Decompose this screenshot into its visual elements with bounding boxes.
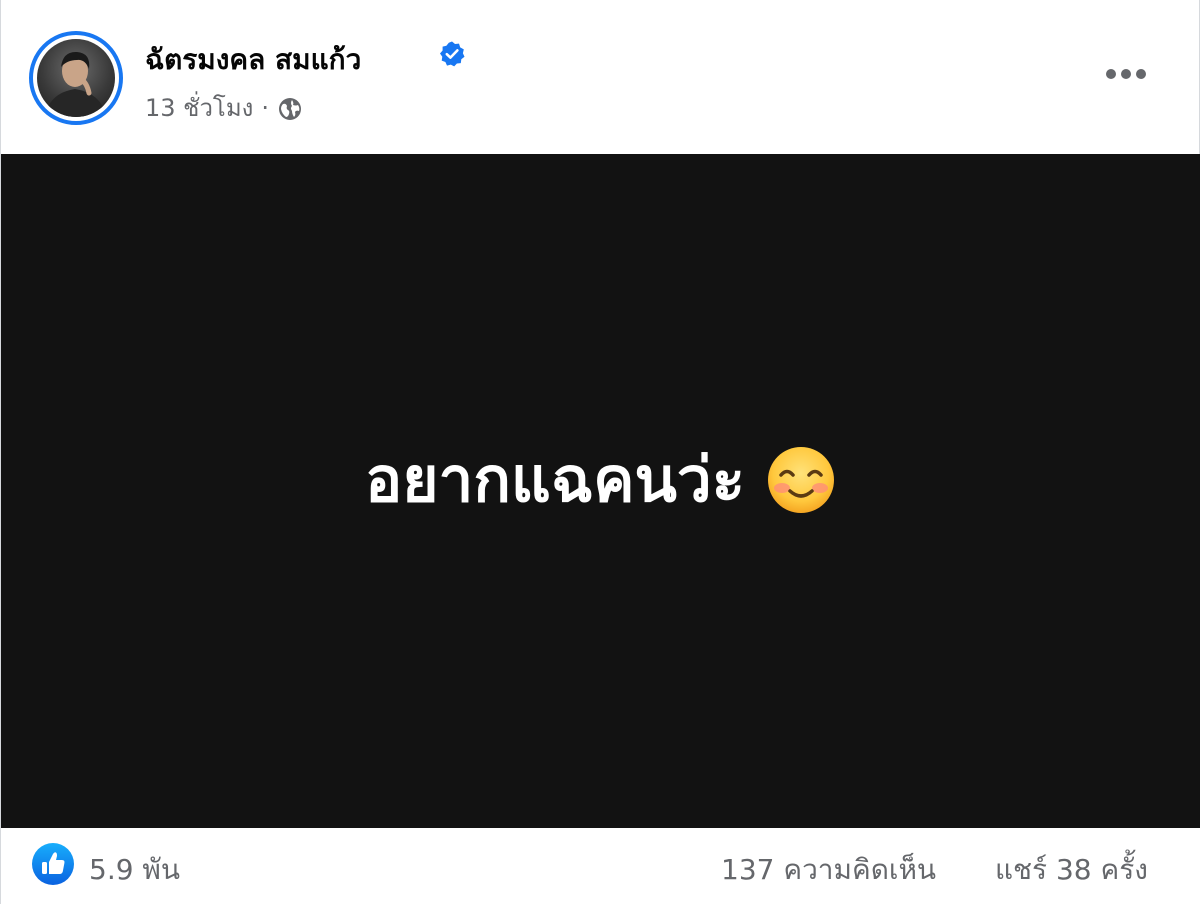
facebook-post: ฉัตรมงคล สมแก้ว 13 ชั่วโมง · อยากแฉคนว่ะ: [0, 0, 1200, 904]
smiling-face-icon: [768, 447, 835, 513]
shares-count[interactable]: แชร์ 38 ครั้ง: [995, 848, 1148, 892]
more-options-button[interactable]: [1093, 52, 1159, 96]
post-meta: 13 ชั่วโมง ·: [145, 88, 303, 127]
comments-count[interactable]: 137 ความคิดเห็น: [721, 848, 936, 892]
status-content: อยากแฉคนว่ะ: [365, 431, 837, 529]
post-header: ฉัตรมงคล สมแก้ว 13 ชั่วโมง ·: [1, 0, 1200, 154]
post-footer: 5.9 พัน 137 ความคิดเห็น แชร์ 38 ครั้ง: [1, 828, 1200, 904]
verified-badge-icon: [440, 41, 465, 67]
person-silhouette-icon: [45, 51, 107, 117]
globe-icon: [279, 97, 302, 120]
post-timestamp[interactable]: 13 ชั่วโมง: [145, 88, 253, 127]
author-name[interactable]: ฉัตรมงคล สมแก้ว: [145, 38, 361, 82]
meta-separator: ·: [261, 93, 270, 122]
like-icon[interactable]: [31, 842, 75, 886]
status-background: อยากแฉคนว่ะ: [1, 154, 1200, 828]
more-horizontal-icon: [1106, 69, 1146, 79]
reaction-count[interactable]: 5.9 พัน: [89, 848, 180, 892]
avatar[interactable]: [29, 31, 123, 125]
avatar-photo: [37, 39, 115, 117]
status-text: อยากแฉคนว่ะ: [364, 443, 746, 516]
